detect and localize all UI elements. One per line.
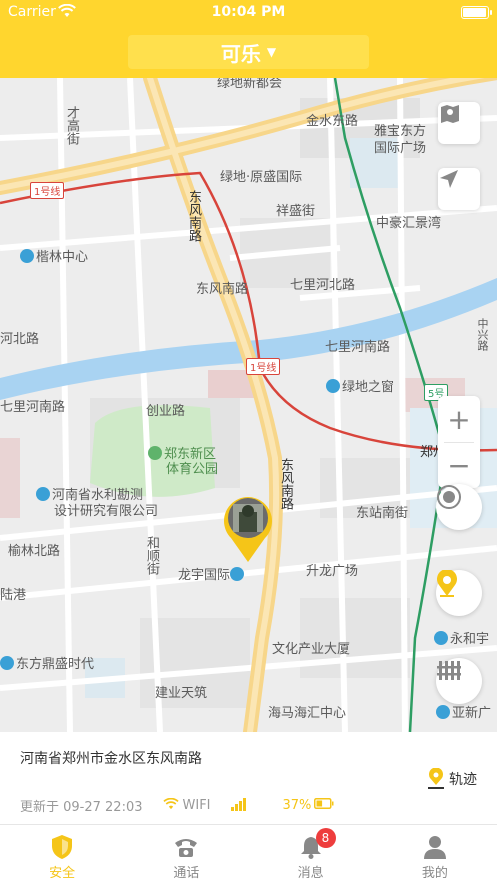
map-label-text: 亚新广 — [452, 706, 492, 721]
road-label: 榆林北路 — [8, 544, 61, 559]
divider — [444, 442, 474, 443]
map-layers-button[interactable] — [438, 102, 480, 144]
road-label: 七里河北路 — [290, 278, 356, 293]
map-label: 升龙广场 — [306, 564, 359, 579]
track-pin-icon — [428, 768, 444, 789]
metro-line-label: 1号线 — [30, 182, 65, 199]
device-selector[interactable]: 可乐 ▼ — [128, 35, 369, 69]
phone-icon — [173, 834, 199, 860]
poi-icon — [326, 379, 340, 393]
road-label: 创业路 — [146, 404, 186, 419]
zoom-controls: + − — [438, 396, 480, 488]
poi-icon — [20, 249, 34, 263]
unread-badge: 8 — [315, 828, 336, 848]
zoom-in-button[interactable]: + — [438, 396, 480, 442]
device-status-row: 更新于 09-27 22:03 WIFI 37% — [20, 796, 334, 815]
battery-fill — [463, 8, 486, 17]
map-view[interactable]: 绿地新都会 才高街 金水东路 雅宝东方 国际广场 绿地·原盛国际 祥盛街 中豪汇… — [0, 78, 497, 732]
map-label: 龙宇国际 — [178, 564, 246, 583]
road-label: 东风南路 — [278, 458, 293, 510]
address-text: 河南省郑州市金水区东风南路 — [20, 751, 202, 767]
map-label: 绿地之窗 — [326, 376, 394, 395]
map-label-text: 龙宇国际 — [178, 568, 231, 583]
locate-button[interactable] — [438, 168, 480, 210]
map-label: 楷林中心 — [20, 246, 88, 265]
road-label: 河北路 — [0, 332, 40, 347]
shield-icon — [50, 834, 74, 860]
poi-icon — [36, 487, 50, 501]
device-location-marker[interactable] — [223, 494, 273, 564]
road-label: 中兴路 — [476, 318, 489, 351]
battery-icon — [314, 798, 334, 813]
poi-icon — [434, 631, 448, 645]
map-label: 海马海汇中心 — [268, 706, 347, 721]
device-name: 可乐 — [220, 41, 261, 66]
map-label: 绿地·原盛国际 — [220, 170, 303, 185]
road-label: 七里河南路 — [0, 400, 66, 415]
user-icon — [423, 834, 446, 860]
road-label: 七里河南路 — [325, 340, 391, 355]
map-label: 永和宇 — [434, 628, 489, 647]
zoom-out-button[interactable]: − — [438, 442, 480, 488]
battery-icon — [461, 6, 492, 19]
tab-safety[interactable]: 安全 — [0, 825, 124, 883]
device-location-button[interactable] — [436, 570, 482, 616]
map-label: 国际广场 — [374, 141, 427, 156]
map-label: 设计研究有限公司 — [54, 504, 159, 519]
map-label: 文化产业大厦 — [272, 642, 351, 657]
road-label: 东站南街 — [356, 506, 409, 521]
caret-down-icon: ▼ — [266, 45, 277, 59]
map-label-text: 东方鼎盛时代 — [16, 657, 95, 672]
signal-icon — [230, 797, 249, 815]
tab-label: 消息 — [297, 866, 324, 881]
status-time: 10:04 PM — [211, 4, 286, 20]
status-bar: Carrier 10:04 PM — [0, 0, 497, 26]
poi-icon — [230, 567, 245, 581]
geofence-button[interactable] — [436, 658, 482, 704]
tab-bar: 安全 通话 8 消息 我的 — [0, 824, 497, 883]
map-label: 亚新广 — [436, 702, 491, 721]
wifi-icon — [162, 797, 179, 814]
tab-label: 通话 — [173, 866, 200, 881]
poi-icon — [436, 705, 450, 719]
app-root: Carrier 10:04 PM 可乐 ▼ 绿地新都会 才高街 金水东路 雅宝东… — [0, 0, 497, 883]
road-label: 和顺街 — [144, 536, 159, 575]
network-type: WIFI — [182, 798, 211, 813]
map-label: 中豪汇景湾 — [376, 216, 442, 231]
map-label: 绿地新都会 — [217, 78, 283, 91]
map-label-text: 楷林中心 — [36, 250, 89, 265]
updated-time: 更新于 09-27 22:03 — [20, 800, 143, 815]
track-button[interactable]: 轨迹 — [427, 768, 477, 790]
tab-label: 我的 — [421, 866, 448, 881]
tab-me[interactable]: 我的 — [373, 825, 497, 883]
park-icon — [148, 446, 162, 460]
map-label: 才高街 — [64, 106, 79, 145]
location-info-panel: 河南省郑州市金水区东风南路 轨迹 更新于 09-27 22:03 WIFI 37… — [0, 732, 497, 824]
header: Carrier 10:04 PM 可乐 ▼ — [0, 0, 497, 78]
map-label-text: 永和宇 — [450, 632, 490, 647]
metro-line-label: 1号线 — [246, 358, 281, 375]
road-label: 东风南路 — [186, 190, 201, 242]
map-label: 建业天筑 — [155, 686, 208, 701]
tab-call[interactable]: 通话 — [124, 825, 248, 883]
track-label: 轨迹 — [449, 772, 477, 788]
tab-messages[interactable]: 8 消息 — [249, 825, 373, 883]
battery-percent: 37% — [282, 798, 312, 813]
map-label: 东方鼎盛时代 — [0, 653, 94, 672]
map-label-text: 绿地之窗 — [342, 380, 395, 395]
tab-label: 安全 — [49, 866, 76, 881]
map-label: 陆港 — [0, 588, 27, 603]
map-label: 祥盛街 — [276, 204, 316, 219]
center-map-button[interactable] — [436, 484, 482, 530]
map-label: 体育公园 — [166, 462, 219, 477]
map-label: 金水东路 — [306, 114, 359, 129]
poi-icon — [0, 656, 14, 670]
road-label: 东风南路 — [196, 282, 249, 297]
